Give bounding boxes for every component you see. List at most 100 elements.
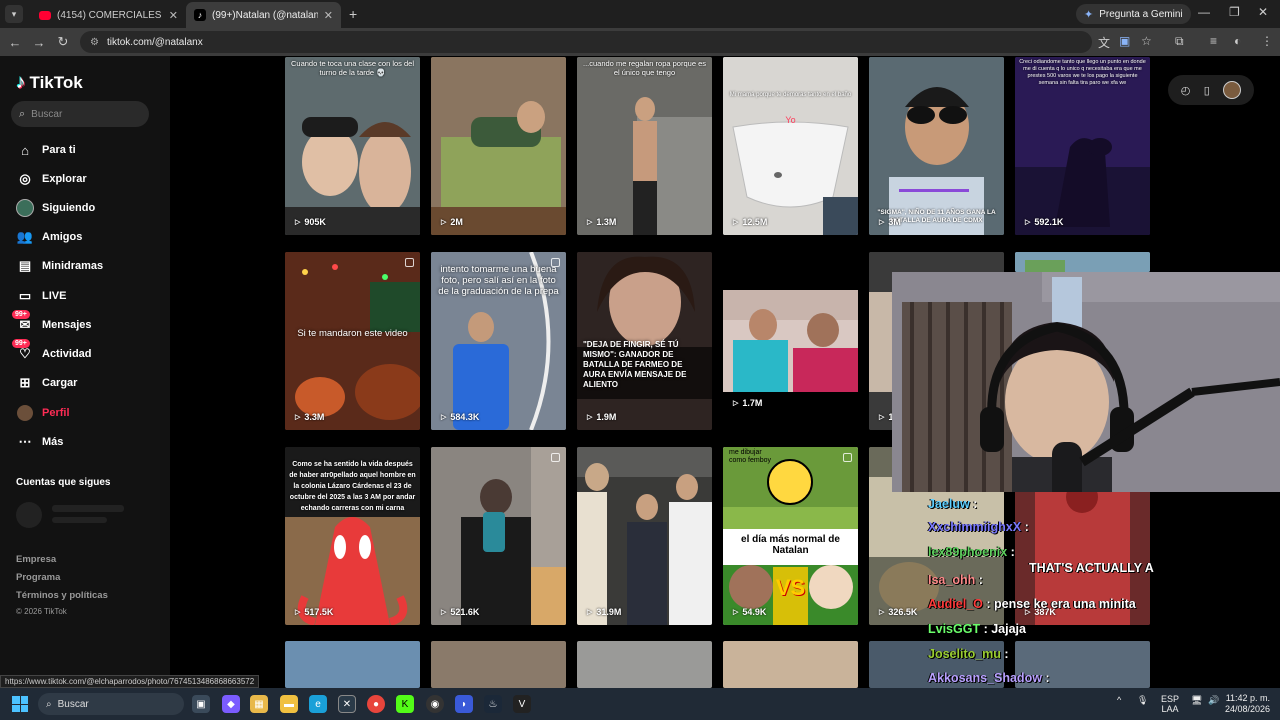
obs-icon[interactable]: ◉	[426, 695, 444, 713]
store-icon[interactable]: ▦	[250, 695, 268, 713]
history-icon[interactable]: ◴	[1181, 84, 1191, 97]
video-tile[interactable]: ▷ 1.7M	[723, 290, 858, 408]
file-explorer-icon[interactable]: ▬	[280, 695, 298, 713]
minimize-icon[interactable]: —	[1198, 5, 1210, 19]
video-tile-partial[interactable]	[431, 641, 566, 688]
clock[interactable]: 11:42 p. m. 24/08/2026	[1225, 693, 1270, 715]
video-tile[interactable]: Mi mamá porque te demoras tanto en el ba…	[723, 57, 858, 235]
search-input[interactable]: ⌕ Buscar	[11, 101, 149, 127]
steam-icon[interactable]: ♨	[484, 695, 502, 713]
gemini-sparkle-icon: ✦	[1084, 8, 1094, 21]
view-count-text: 3.3M	[304, 412, 325, 422]
extensions-puzzle-icon[interactable]: ⧉	[1175, 34, 1184, 49]
chrome-icon[interactable]: ●	[367, 695, 385, 713]
microphone-icon[interactable]: 🎙	[1137, 695, 1148, 706]
view-count: ▷ 3.3M	[295, 412, 324, 422]
play-icon: ▷	[1025, 219, 1031, 226]
close-icon[interactable]: ✕	[169, 9, 178, 22]
webcam-overlay	[892, 272, 1280, 492]
nav-item-mensajes[interactable]: ✉ 99+ Mensajes	[12, 310, 92, 334]
copilot-icon[interactable]: ◆	[222, 695, 240, 713]
video-tile[interactable]: Si te mandaron este video ▷ 3.3M	[285, 252, 420, 430]
profile-icon[interactable]: ◐	[1234, 34, 1241, 48]
tab-search-icon[interactable]: ▾	[5, 5, 23, 23]
play-icon: ▷	[441, 219, 447, 226]
back-arrow-icon[interactable]: ←	[3, 35, 27, 50]
translate-icon[interactable]: 文	[1098, 34, 1110, 51]
video-tile[interactable]: ...cuando me regalan ropa porque es el ú…	[577, 57, 712, 235]
task-view-icon[interactable]: ▣	[192, 695, 210, 713]
skeleton-line	[52, 505, 124, 512]
device-icon[interactable]: ▯	[1204, 84, 1210, 97]
footer-link-programa[interactable]: Programa	[16, 572, 60, 583]
chat-message: THAT'S ACTUALLY A	[1029, 561, 1154, 575]
windows-start-icon[interactable]	[12, 696, 28, 712]
tiktok-logo[interactable]: ♪ TikTok	[16, 72, 83, 94]
user-avatar[interactable]	[1223, 81, 1242, 99]
bookmark-star-icon[interactable]: ☆	[1141, 34, 1152, 48]
home-icon: ⌂	[21, 142, 29, 158]
view-count: ▷ 31.9M	[587, 607, 621, 617]
footer-link-terminos[interactable]: Términos y políticas	[16, 590, 108, 601]
youtube-icon	[39, 10, 51, 20]
nav-item-mas[interactable]: ⋯ Más	[16, 433, 64, 451]
site-info-icon[interactable]: ⚙	[90, 37, 99, 48]
chat-username: Isa_ohh	[928, 573, 976, 587]
taskbar-search-input[interactable]: ⌕ Buscar	[38, 693, 184, 715]
tiktok-note-icon: ♪	[16, 72, 26, 93]
footer-link-empresa[interactable]: Empresa	[16, 554, 56, 565]
view-count: ▷ 521.6K	[441, 607, 479, 617]
nav-item-cargar[interactable]: ⊞ Cargar	[16, 374, 78, 392]
nav-item-minidramas[interactable]: ▤ Minidramas	[16, 257, 103, 275]
kick-icon[interactable]: K	[396, 695, 414, 713]
video-tile[interactable]: Cuando te toca una clase con los del tur…	[285, 57, 420, 235]
browser-tab-youtube[interactable]: (4154) COMERCIALES que fuer ✕	[31, 2, 186, 28]
video-tile[interactable]: Como se ha sentido la vida después de ha…	[285, 447, 420, 625]
windows-taskbar: ⌕ Buscar ▣ ◆ ▦ ▬ e ✕ ● K ◉ ◗ ♨ V ^ 🎙 ESP…	[0, 688, 1280, 720]
video-tile-partial[interactable]	[723, 641, 858, 688]
browser-tab-tiktok[interactable]: ♪ (99+)Natalan (@natalanx) | Tik ✕	[186, 2, 341, 28]
reload-icon[interactable]: ↻	[51, 34, 75, 50]
upload-icon: ⊞	[19, 375, 31, 390]
valorant-icon[interactable]: V	[513, 695, 531, 713]
nav-item-live[interactable]: ▭ LIVE	[16, 287, 67, 305]
close-icon[interactable]: ✕	[324, 9, 333, 22]
window-close-icon[interactable]: ✕	[1258, 5, 1268, 19]
video-tile-partial[interactable]	[285, 641, 420, 688]
nav-item-actividad[interactable]: ♡ 99+ Actividad	[12, 339, 92, 363]
chat-message: Audiel_O : pense ke era una minita	[928, 597, 1136, 611]
nav-item-siguiendo[interactable]: Siguiendo	[16, 199, 95, 217]
volume-icon[interactable]: 🔊	[1208, 695, 1219, 706]
tray-chevron-icon[interactable]: ^	[1117, 695, 1121, 705]
video-tile[interactable]: ▷ 31.9M	[577, 447, 712, 625]
edge-icon[interactable]: e	[309, 695, 327, 713]
nav-item-perfil[interactable]: Perfil	[16, 404, 70, 422]
video-tile[interactable]: "DEJA DE FINGIR, SÉ TÚ MISMO": GANADOR D…	[577, 252, 712, 430]
reading-list-icon[interactable]: ≡	[1210, 34, 1217, 48]
video-tile[interactable]: Creci odiandome tanto que llego un punto…	[1015, 57, 1150, 235]
address-bar[interactable]: ⚙ tiktok.com/@natalanx	[80, 31, 1092, 53]
app-icon[interactable]: ✕	[338, 695, 356, 713]
video-tile[interactable]: intento tomarme una buena foto, pero sal…	[431, 252, 566, 430]
app-icon[interactable]: ◗	[455, 695, 473, 713]
view-count-text: 326.5K	[888, 607, 918, 617]
restore-icon[interactable]: ❐	[1229, 5, 1240, 19]
language-indicator[interactable]: ESP LAA	[1161, 694, 1179, 714]
nav-item-amigos[interactable]: 👥 Amigos	[16, 228, 82, 246]
new-tab-plus-icon[interactable]: +	[349, 6, 357, 22]
forward-arrow-icon[interactable]: →	[27, 35, 51, 50]
gemini-button[interactable]: ✦ Pregunta a Gemini	[1076, 4, 1191, 24]
video-caption: "DEJA DE FINGIR, SÉ TÚ MISMO": GANADOR D…	[583, 340, 687, 389]
network-icon[interactable]: 🖥	[1191, 695, 1202, 706]
chat-username: lex89phoenix	[928, 545, 1008, 559]
nav-item-explorar[interactable]: ◎ Explorar	[16, 170, 86, 188]
extension-active-icon[interactable]: ▣	[1119, 34, 1130, 48]
video-tile[interactable]	[1015, 252, 1150, 272]
nav-item-para-ti[interactable]: ⌂ Para ti	[16, 141, 76, 159]
video-tile-partial[interactable]	[577, 641, 712, 688]
video-tile[interactable]: ▷ 521.6K	[431, 447, 566, 625]
video-tile[interactable]: "SIGMA", NIÑO DE 11 AÑOS GANA LA BATALLA…	[869, 57, 1004, 235]
video-tile[interactable]: como femboyme dibujarcomo femboyel día m…	[723, 447, 858, 625]
menu-dots-icon[interactable]: ⋮	[1261, 34, 1273, 48]
video-tile[interactable]: ▷ 2M	[431, 57, 566, 235]
